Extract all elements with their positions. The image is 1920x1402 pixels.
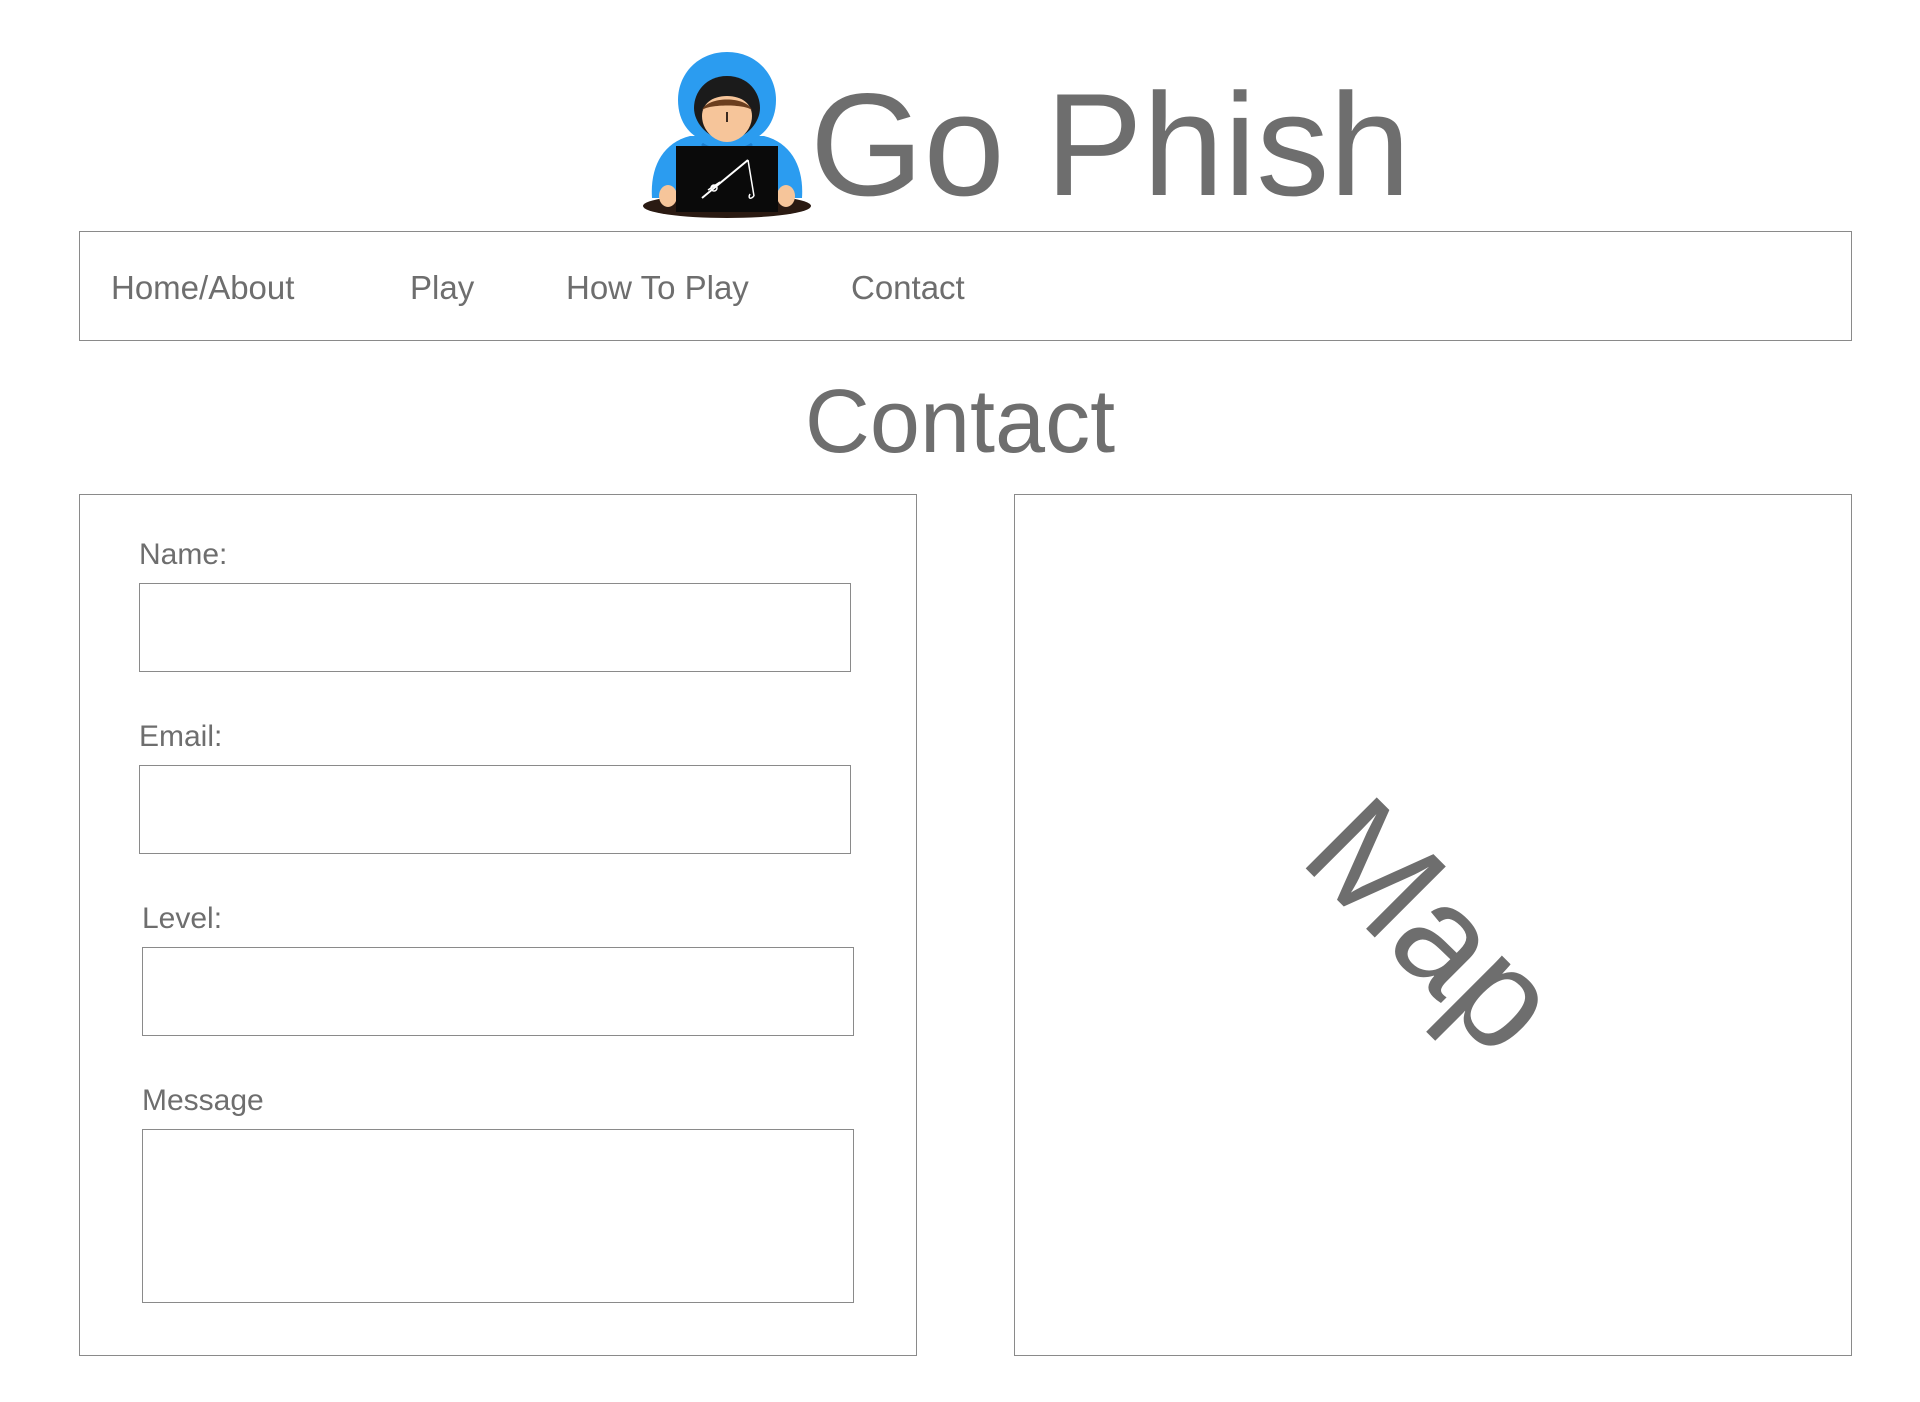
nav-item-how-to-play[interactable]: How To Play <box>566 268 749 308</box>
map-placeholder-label: Map <box>1275 766 1592 1083</box>
map-placeholder: Map <box>1014 494 1852 1356</box>
level-label: Level: <box>142 902 223 935</box>
name-field[interactable] <box>139 583 851 672</box>
message-label: Message <box>142 1084 264 1117</box>
contact-form: Name: Email: Level: Message <box>79 494 917 1356</box>
message-field[interactable] <box>142 1129 854 1303</box>
name-label: Name: <box>139 538 228 571</box>
site-title: Go Phish <box>810 63 1411 226</box>
nav-item-home-about[interactable]: Home/About <box>111 268 294 308</box>
nav-item-play[interactable]: Play <box>410 268 474 308</box>
nav-item-contact[interactable]: Contact <box>851 268 965 308</box>
site-header: Go Phish <box>0 0 1920 230</box>
page-title: Contact <box>804 372 1116 472</box>
level-field[interactable] <box>142 947 854 1036</box>
email-label: Email: <box>139 720 223 753</box>
main-nav: Home/About Play How To Play Contact <box>79 231 1852 341</box>
email-field[interactable] <box>139 765 851 854</box>
hooded-hacker-logo-icon <box>643 52 811 218</box>
